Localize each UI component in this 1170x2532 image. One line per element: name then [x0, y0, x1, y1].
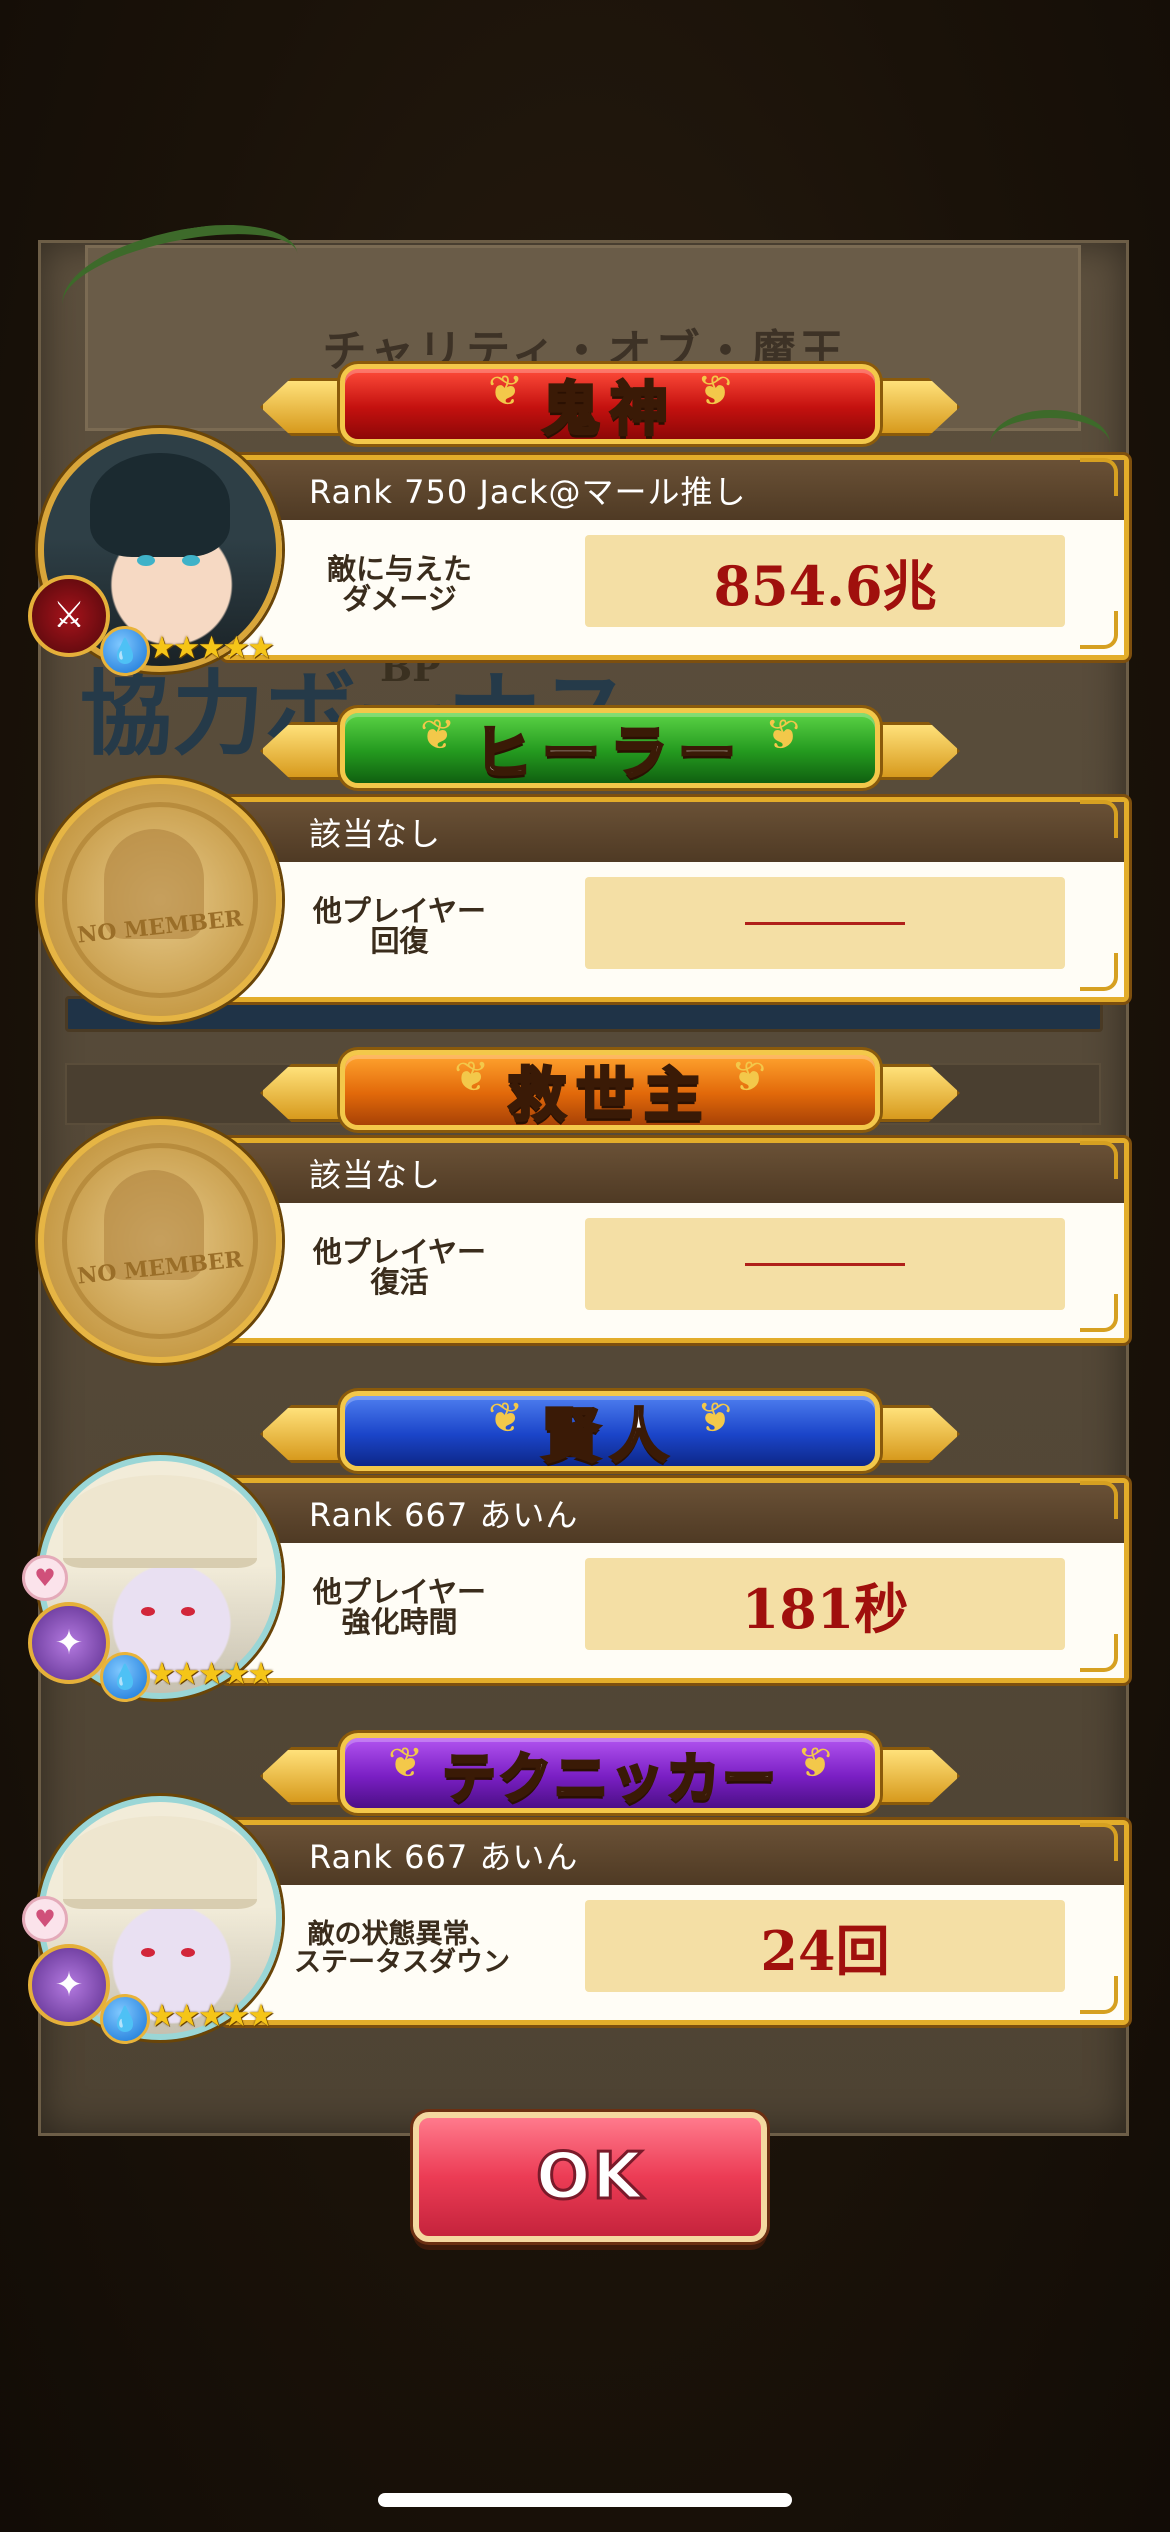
water-element-icon: 💧 — [100, 626, 150, 676]
magic-icon — [28, 1944, 110, 2026]
water-element-icon: 💧 — [100, 1994, 150, 2044]
award-card-healer: 該当なし 他プレイヤー 回復 — [222, 797, 1129, 1002]
player-info: 該当なし — [227, 1143, 1124, 1203]
card-corner-ornament — [1080, 611, 1118, 649]
award-banner-technicker: テクニッカー — [260, 1725, 960, 1821]
stat-label-line2: 強化時間 — [341, 1605, 458, 1639]
player-info: 該当なし — [227, 802, 1124, 862]
card-body: 他プレイヤー 復活 — [227, 1203, 1124, 1338]
card-corner-ornament — [1080, 458, 1118, 496]
award-title: ヒーラー — [420, 700, 780, 796]
stat-label-line1: 敵の状態異常、 — [307, 1918, 497, 1950]
stat-label-line2: ステータスダウン — [294, 1947, 510, 1978]
no-member-emblem: NO MEMBER — [38, 1119, 282, 1363]
rarity-stars: ★★★★★ — [148, 1998, 275, 2034]
heart-icon: ♥ — [22, 1896, 68, 1942]
rarity-stars: ★★★★★ — [148, 630, 275, 666]
award-card-kishin: Rank 750 Jack@マール推し 敵に与えた ダメージ 854.6兆 — [222, 455, 1129, 660]
player-info: Rank 667 あいん — [227, 1825, 1124, 1885]
card-corner-ornament — [1080, 1634, 1118, 1672]
award-title: 救世主 — [454, 1042, 746, 1138]
stat-label: 他プレイヤー 強化時間 — [282, 1557, 517, 1657]
stat-label: 他プレイヤー 回復 — [282, 876, 517, 976]
stat-label: 敵の状態異常、 ステータスダウン — [272, 1899, 532, 1999]
card-body: 他プレイヤー 回復 — [227, 862, 1124, 997]
card-corner-ornament — [1080, 953, 1118, 991]
stat-label-line2: ダメージ — [342, 582, 457, 616]
player-info: Rank 750 Jack@マール推し — [227, 460, 1124, 520]
award-title: テクニッカー — [388, 1728, 812, 1819]
card-corner-ornament — [1080, 1976, 1118, 2014]
stat-label: 他プレイヤー 復活 — [282, 1217, 517, 1317]
rarity-stars: ★★★★★ — [148, 1656, 275, 1692]
stat-label-line1: 他プレイヤー — [312, 893, 487, 928]
card-corner-ornament — [1080, 800, 1118, 838]
award-card-sage: Rank 667 あいん 他プレイヤー 強化時間 181秒 — [222, 1478, 1129, 1683]
award-title: 鬼神 — [488, 356, 712, 452]
stat-value-empty — [585, 877, 1065, 969]
award-banner-savior: 救世主 — [260, 1042, 960, 1138]
stat-label-line1: 他プレイヤー — [312, 1574, 487, 1609]
stat-label-line2: 復活 — [370, 1265, 429, 1299]
card-corner-ornament — [1080, 1481, 1118, 1519]
award-banner-kishin: 鬼神 — [260, 356, 960, 452]
stat-value-empty — [585, 1218, 1065, 1310]
water-element-icon: 💧 — [100, 1652, 150, 1702]
stat-label-line1: 他プレイヤー — [312, 1234, 487, 1269]
heart-icon: ♥ — [22, 1555, 68, 1601]
award-banner-healer: ヒーラー — [260, 700, 960, 796]
stat-label: 敵に与えた ダメージ — [282, 534, 517, 634]
magic-icon — [28, 1602, 110, 1684]
card-body: 敵の状態異常、 ステータスダウン 24回 — [227, 1885, 1124, 2020]
no-member-emblem: NO MEMBER — [38, 778, 282, 1022]
home-indicator[interactable] — [378, 2493, 792, 2507]
sword-icon — [28, 575, 110, 657]
player-info: Rank 667 あいん — [227, 1483, 1124, 1543]
stat-value: 854.6兆 — [585, 535, 1065, 627]
stat-label-line1: 敵に与えた — [326, 551, 472, 586]
card-body: 他プレイヤー 強化時間 181秒 — [227, 1543, 1124, 1678]
award-title: 賢人 — [488, 1383, 712, 1479]
award-card-technicker: Rank 667 あいん 敵の状態異常、 ステータスダウン 24回 — [222, 1820, 1129, 2025]
card-corner-ornament — [1080, 1823, 1118, 1861]
award-card-savior: 該当なし 他プレイヤー 復活 — [222, 1138, 1129, 1343]
card-corner-ornament — [1080, 1294, 1118, 1332]
stat-value: 181秒 — [585, 1558, 1065, 1650]
stat-value: 24回 — [585, 1900, 1065, 1992]
card-corner-ornament — [1080, 1141, 1118, 1179]
ok-button[interactable]: OK — [413, 2112, 767, 2242]
stat-label-line2: 回復 — [370, 924, 429, 958]
card-body: 敵に与えた ダメージ 854.6兆 — [227, 520, 1124, 655]
award-banner-sage: 賢人 — [260, 1383, 960, 1479]
